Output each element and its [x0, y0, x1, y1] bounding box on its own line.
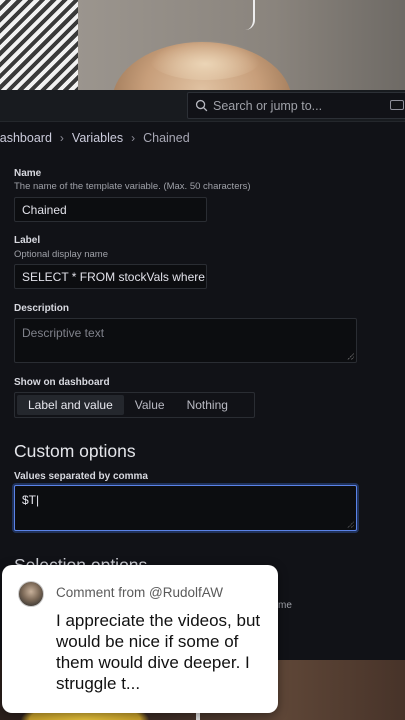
option-nothing[interactable]: Nothing	[176, 395, 239, 415]
breadcrumb-variables[interactable]: Variables	[72, 131, 123, 145]
comment-author: Comment from @RudolfAW	[56, 585, 223, 600]
custom-options-heading: Custom options	[14, 441, 136, 461]
custom-values-text: $T|	[22, 493, 40, 507]
description-textarea[interactable]: Descriptive text	[14, 318, 357, 363]
description-placeholder: Descriptive text	[22, 326, 105, 340]
search-placeholder: Search or jump to...	[213, 98, 323, 113]
resize-handle-icon[interactable]	[347, 521, 354, 528]
chevron-right-icon: ›	[131, 131, 136, 145]
avatar	[18, 581, 44, 607]
label-hint: Optional display name	[14, 249, 108, 260]
name-hint: The name of the template variable. (Max.…	[14, 181, 251, 192]
name-input[interactable]: Chained	[14, 197, 207, 222]
description-label: Description	[14, 303, 70, 314]
name-label: Name	[14, 168, 42, 179]
comment-text: I appreciate the videos, but would be ni…	[56, 611, 261, 693]
keyboard-icon	[390, 100, 404, 110]
option-value[interactable]: Value	[124, 395, 176, 415]
breadcrumb: lashboard › Variables › Chained	[0, 129, 190, 147]
top-bar: Search or jump to...	[0, 90, 405, 122]
background-panel	[278, 565, 405, 665]
show-on-dashboard-label: Show on dashboard	[14, 377, 110, 388]
striped-wall	[0, 0, 78, 92]
comment-card: Comment from @RudolfAW I appreciate the …	[2, 565, 278, 713]
label-label: Label	[14, 235, 41, 246]
presenter-hair	[150, 40, 260, 80]
search-icon	[195, 99, 208, 112]
search-box[interactable]: Search or jump to...	[187, 92, 405, 119]
option-label-and-value[interactable]: Label and value	[17, 395, 124, 415]
camera-feed	[0, 0, 405, 92]
chevron-right-icon: ›	[59, 131, 64, 145]
show-on-dashboard-options: Label and value Value Nothing	[14, 392, 255, 418]
breadcrumb-chained: Chained	[143, 131, 190, 145]
custom-values-textarea[interactable]: $T|	[14, 485, 357, 531]
resize-handle-icon[interactable]	[347, 353, 354, 360]
breadcrumb-dashboard[interactable]: lashboard	[0, 131, 52, 145]
obscured-text: me	[278, 600, 292, 611]
values-label: Values separated by comma	[14, 471, 148, 482]
label-input[interactable]: SELECT * FROM stockVals where	[14, 264, 207, 289]
